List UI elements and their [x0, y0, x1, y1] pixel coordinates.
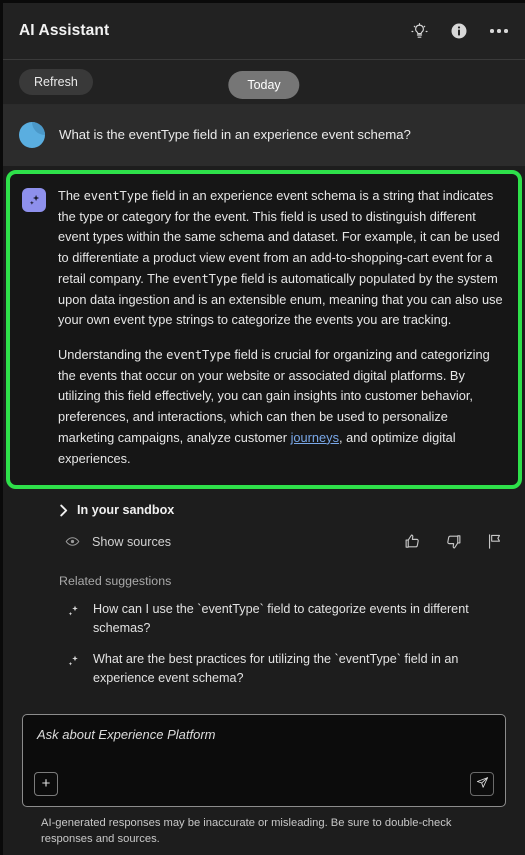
eye-icon	[65, 534, 80, 549]
thumbs-down-icon[interactable]	[445, 533, 462, 550]
flag-icon[interactable]	[486, 533, 503, 550]
ai-assistant-panel: AI Assistant Refresh Today What is the e…	[3, 3, 525, 855]
code-eventtype-3: eventType	[166, 348, 231, 363]
refresh-button[interactable]: Refresh	[19, 69, 93, 95]
code-eventtype-1: eventType	[83, 189, 149, 203]
sparkle-icon	[65, 603, 81, 619]
related-suggestions-title: Related suggestions	[59, 574, 172, 589]
assistant-paragraph-2: Understanding the eventType field is cru…	[58, 345, 504, 469]
sources-feedback-row: Show sources	[3, 517, 525, 550]
composer-box[interactable]: Ask about Experience Platform +	[22, 713, 506, 807]
send-button[interactable]	[470, 771, 494, 796]
assistant-paragraph-1: The eventType field in an experience eve…	[58, 186, 504, 331]
feedback-icons	[404, 533, 503, 550]
assistant-message-text: The eventType field in an experience eve…	[58, 186, 504, 469]
sandbox-disclosure[interactable]: In your sandbox	[3, 489, 525, 517]
journeys-link[interactable]: journeys	[291, 430, 339, 445]
sandbox-label: In your sandbox	[77, 503, 175, 518]
chevron-right-icon	[59, 504, 68, 517]
panel-header: AI Assistant	[3, 3, 525, 60]
show-sources-button[interactable]: Show sources	[65, 534, 171, 549]
composer-area: Ask about Experience Platform + AI-gener…	[3, 713, 525, 855]
info-icon[interactable]	[448, 20, 470, 42]
para1-seg1: The	[58, 188, 84, 203]
assistant-message-wrapper: The eventType field in an experience eve…	[3, 166, 525, 490]
header-actions	[408, 20, 510, 42]
sparkle-icon	[65, 653, 81, 669]
show-sources-label: Show sources	[92, 534, 172, 549]
related-suggestion-1-text: How can I use the `eventType` field to c…	[93, 602, 469, 636]
add-attachment-button[interactable]: +	[34, 771, 58, 796]
ai-sparkle-icon	[22, 188, 46, 212]
code-eventtype-2: eventType	[172, 271, 238, 286]
user-message-text: What is the eventType field in an experi…	[59, 127, 411, 142]
para2-seg1: Understanding the	[58, 347, 167, 363]
page-title: AI Assistant	[19, 22, 110, 39]
related-suggestion-2[interactable]: What are the best practices for utilizin…	[3, 638, 525, 688]
conversation-toolbar: Refresh Today	[3, 60, 525, 105]
ai-disclaimer: AI-generated responses may be inaccurate…	[41, 816, 452, 845]
more-options-icon[interactable]	[488, 20, 510, 42]
related-suggestion-2-text: What are the best practices for utilizin…	[93, 652, 459, 686]
user-avatar	[19, 122, 45, 148]
thumbs-up-icon[interactable]	[404, 533, 421, 550]
conversation-body: What is the eventType field in an experi…	[3, 105, 525, 714]
user-message: What is the eventType field in an experi…	[3, 105, 525, 166]
send-icon	[476, 776, 489, 792]
related-suggestion-1[interactable]: How can I use the `eventType` field to c…	[3, 588, 525, 638]
lightbulb-icon[interactable]	[408, 20, 430, 42]
today-chip[interactable]: Today	[228, 71, 300, 99]
assistant-message-highlighted: The eventType field in an experience eve…	[6, 170, 522, 490]
composer-placeholder[interactable]: Ask about Experience Platform	[37, 727, 491, 742]
